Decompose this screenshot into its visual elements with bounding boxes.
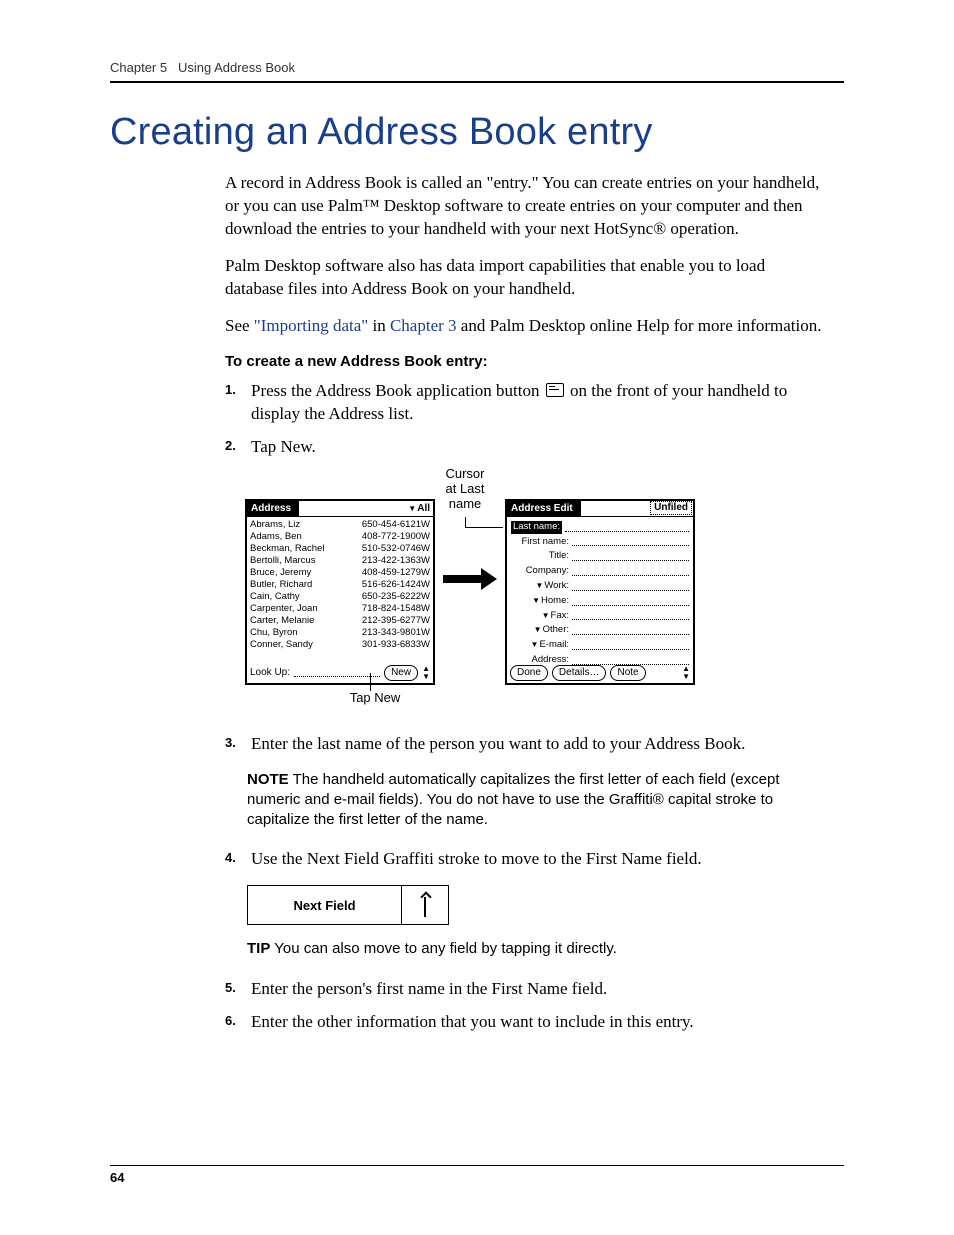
trademark-symbol: ™: [363, 196, 380, 215]
field-fax[interactable]: ▼Fax:: [511, 610, 569, 623]
list-item[interactable]: Abrams, Liz650-454-6121W: [250, 519, 430, 531]
leader-tap-new: [370, 673, 371, 691]
field-title: Title:: [511, 550, 569, 563]
page-title: Creating an Address Book entry: [110, 111, 844, 154]
lookup-input[interactable]: [294, 668, 380, 677]
field-last-name[interactable]: Last name:: [511, 521, 562, 534]
arrow-icon: [443, 570, 497, 588]
step-5: Enter the person's first name in the Fir…: [225, 978, 825, 1001]
input-last-name[interactable]: [565, 523, 689, 532]
running-header: Chapter 5 Using Address Book: [110, 60, 844, 81]
palm-screen-address-list: Address ▼All Abrams, Liz650-454-6121WAda…: [245, 499, 435, 685]
field-other[interactable]: ▼Other:: [511, 624, 569, 637]
input-company[interactable]: [572, 567, 689, 576]
lookup-label: Look Up:: [250, 666, 290, 680]
intro-p3: See "Importing data" in Chapter 3 and Pa…: [225, 315, 825, 338]
intro-p1: A record in Address Book is called an "e…: [225, 172, 825, 241]
input-title[interactable]: [572, 552, 689, 561]
registered-symbol: ®: [653, 219, 666, 238]
chapter-label: Chapter 5: [110, 60, 167, 75]
note-block: NOTE The handheld automatically capitali…: [247, 770, 825, 831]
link-importing-data[interactable]: "Importing data": [254, 316, 368, 335]
palm-screen-address-edit: Address Edit Unfiled Last name: First na…: [505, 499, 695, 685]
list-item[interactable]: Beckman, Rachel510-532-0746W: [250, 543, 430, 555]
leader-line: [465, 517, 466, 527]
registered-symbol: ®: [653, 791, 664, 808]
new-button[interactable]: New: [384, 665, 418, 681]
address-list[interactable]: Abrams, Liz650-454-6121WAdams, Ben408-77…: [247, 517, 433, 653]
step-6: Enter the other information that you wan…: [225, 1011, 825, 1034]
input-email[interactable]: [572, 641, 689, 650]
header-rule: [110, 81, 844, 83]
scroll-indicator[interactable]: ▲▼: [682, 665, 690, 680]
scroll-indicator[interactable]: ▲▼: [422, 665, 430, 680]
list-item[interactable]: Conner, Sandy301-933-6833W: [250, 639, 430, 651]
graffiti-stroke-icon: [422, 893, 428, 917]
intro-p2: Palm Desktop software also has data impo…: [225, 255, 825, 301]
page-number: 64: [110, 1166, 844, 1185]
input-home[interactable]: [572, 597, 689, 606]
category-selector[interactable]: Unfiled: [650, 501, 692, 515]
field-company: Company:: [511, 565, 569, 578]
input-work[interactable]: [572, 582, 689, 591]
callout-tap-new: Tap New: [335, 691, 415, 706]
step-2: Tap New.: [225, 436, 825, 459]
field-email[interactable]: ▼E-mail:: [511, 639, 569, 652]
list-item[interactable]: Adams, Ben408-772-1900W: [250, 531, 430, 543]
step-1: Press the Address Book application butto…: [225, 380, 825, 426]
details-button[interactable]: Details…: [552, 665, 607, 681]
input-other[interactable]: [572, 626, 689, 635]
list-item[interactable]: Chu, Byron213-343-9801W: [250, 627, 430, 639]
list-item[interactable]: Butler, Richard516-626-1424W: [250, 579, 430, 591]
note-button[interactable]: Note: [610, 665, 645, 681]
page-footer: 64: [110, 1165, 844, 1185]
field-first-name: First name:: [511, 536, 569, 549]
address-book-icon: [546, 383, 564, 397]
callout-cursor: Cursorat Lastname: [435, 467, 495, 512]
field-work[interactable]: ▼Work:: [511, 580, 569, 593]
screen-title: Address: [247, 501, 299, 516]
input-fax[interactable]: [572, 611, 689, 620]
chapter-title: Using Address Book: [178, 60, 295, 75]
input-address[interactable]: [572, 656, 689, 665]
next-field-stroke-box: Next Field: [247, 885, 449, 925]
tip-block: TIP You can also move to any field by ta…: [247, 939, 825, 959]
list-item[interactable]: Carpenter, Joan718-824-1548W: [250, 603, 430, 615]
step-3: Enter the last name of the person you wa…: [225, 733, 825, 756]
note-label: NOTE: [247, 771, 289, 788]
field-home[interactable]: ▼Home:: [511, 595, 569, 608]
list-item[interactable]: Carter, Melanie212-395-6277W: [250, 615, 430, 627]
leader-line-h: [465, 527, 503, 528]
input-first-name[interactable]: [572, 537, 689, 546]
procedure-heading: To create a new Address Book entry:: [225, 352, 825, 372]
done-button[interactable]: Done: [510, 665, 548, 681]
figure-address-screens: Cursorat Lastname Address ▼All Abrams, L…: [225, 475, 825, 715]
list-item[interactable]: Bertolli, Marcus213-422-1363W: [250, 555, 430, 567]
category-selector[interactable]: ▼All: [405, 501, 433, 516]
next-field-label: Next Field: [248, 886, 401, 924]
link-chapter-3[interactable]: Chapter 3: [390, 316, 457, 335]
tip-label: TIP: [247, 940, 270, 957]
list-item[interactable]: Bruce, Jeremy408-459-1279W: [250, 567, 430, 579]
step-4: Use the Next Field Graffiti stroke to mo…: [225, 848, 825, 871]
screen-title: Address Edit: [507, 501, 581, 516]
list-item[interactable]: Cain, Cathy650-235-6222W: [250, 591, 430, 603]
